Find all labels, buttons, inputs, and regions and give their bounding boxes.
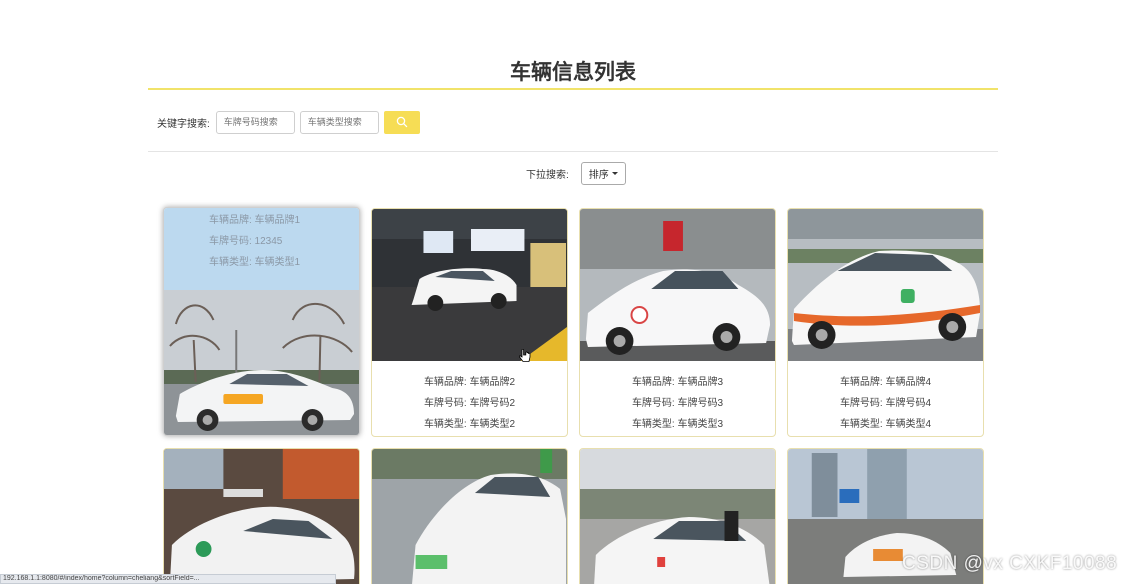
caret-down-icon <box>611 171 618 175</box>
vehicle-photo <box>788 209 983 361</box>
dropdown-bar: 下拉搜索: 排序 <box>526 161 626 185</box>
plate-search-input[interactable] <box>215 110 295 134</box>
status-bar: 192.168.1.1:8080/#/index/home?column=che… <box>0 574 336 584</box>
type-search-input[interactable] <box>299 110 379 134</box>
vehicle-photo <box>580 209 775 361</box>
vehicle-plate: 车牌号码: 12345 <box>209 236 283 247</box>
vehicle-photo <box>164 290 359 435</box>
vehicle-info: 车辆品牌: 车辆品牌4 车牌号码: 车牌号码4 车辆类型: 车辆类型4 <box>788 361 983 435</box>
dropdown-label: 下拉搜索: <box>526 169 569 181</box>
vehicle-type: 车辆类型: 车辆类型3 <box>631 419 724 430</box>
sort-label: 排序 <box>588 169 609 181</box>
watermark: CSDN @vx CXKF10088 <box>902 553 1118 574</box>
vehicle-brand: 车辆品牌: 车辆品牌1 <box>209 215 301 226</box>
vehicle-photo <box>372 209 567 361</box>
vehicle-photo <box>164 449 359 584</box>
search-icon <box>396 116 408 128</box>
vehicle-plate: 车牌号码: 车牌号码2 <box>423 398 516 409</box>
sort-dropdown-button[interactable]: 排序 <box>580 161 626 185</box>
vehicle-info: 车辆品牌: 车辆品牌1 车牌号码: 12345 车辆类型: 车辆类型1 <box>164 208 359 290</box>
hand-cursor-icon <box>519 349 531 362</box>
divider <box>148 151 998 152</box>
vehicle-type: 车辆类型: 车辆类型2 <box>423 419 516 430</box>
vehicle-type: 车辆类型: 车辆类型4 <box>839 419 932 430</box>
search-label: 关键字搜索: <box>157 118 210 130</box>
vehicle-brand: 车辆品牌: 车辆品牌2 <box>423 377 516 388</box>
vehicle-photo <box>580 449 775 584</box>
vehicle-card-4[interactable]: 车辆品牌: 车辆品牌4 车牌号码: 车牌号码4 车辆类型: 车辆类型4 <box>787 208 984 437</box>
vehicle-brand: 车辆品牌: 车辆品牌4 <box>839 377 932 388</box>
vehicle-plate: 车牌号码: 车牌号码4 <box>839 398 932 409</box>
vehicle-card-2[interactable]: 车辆品牌: 车辆品牌2 车牌号码: 车牌号码2 车辆类型: 车辆类型2 <box>371 208 568 437</box>
vehicle-brand: 车辆品牌: 车辆品牌3 <box>631 377 724 388</box>
title-wrap: 车辆信息列表 <box>148 58 998 90</box>
search-button[interactable] <box>383 110 420 134</box>
vehicle-card-1[interactable]: 车辆品牌: 车辆品牌1 车牌号码: 12345 车辆类型: 车辆类型1 <box>163 207 360 436</box>
vehicle-card-3[interactable]: 车辆品牌: 车辆品牌3 车牌号码: 车牌号码3 车辆类型: 车辆类型3 <box>579 208 776 437</box>
vehicle-card-7[interactable] <box>579 448 776 584</box>
search-bar: 关键字搜索: <box>157 110 420 134</box>
vehicle-card-6[interactable] <box>371 448 568 584</box>
page-title: 车辆信息列表 <box>510 61 636 84</box>
vehicle-type: 车辆类型: 车辆类型1 <box>209 257 301 268</box>
vehicle-photo <box>372 449 567 584</box>
vehicle-info: 车辆品牌: 车辆品牌3 车牌号码: 车牌号码3 车辆类型: 车辆类型3 <box>580 361 775 435</box>
vehicle-info: 车辆品牌: 车辆品牌2 车牌号码: 车牌号码2 车辆类型: 车辆类型2 <box>372 361 567 435</box>
vehicle-plate: 车牌号码: 车牌号码3 <box>631 398 724 409</box>
vehicle-card-5[interactable] <box>163 448 360 584</box>
